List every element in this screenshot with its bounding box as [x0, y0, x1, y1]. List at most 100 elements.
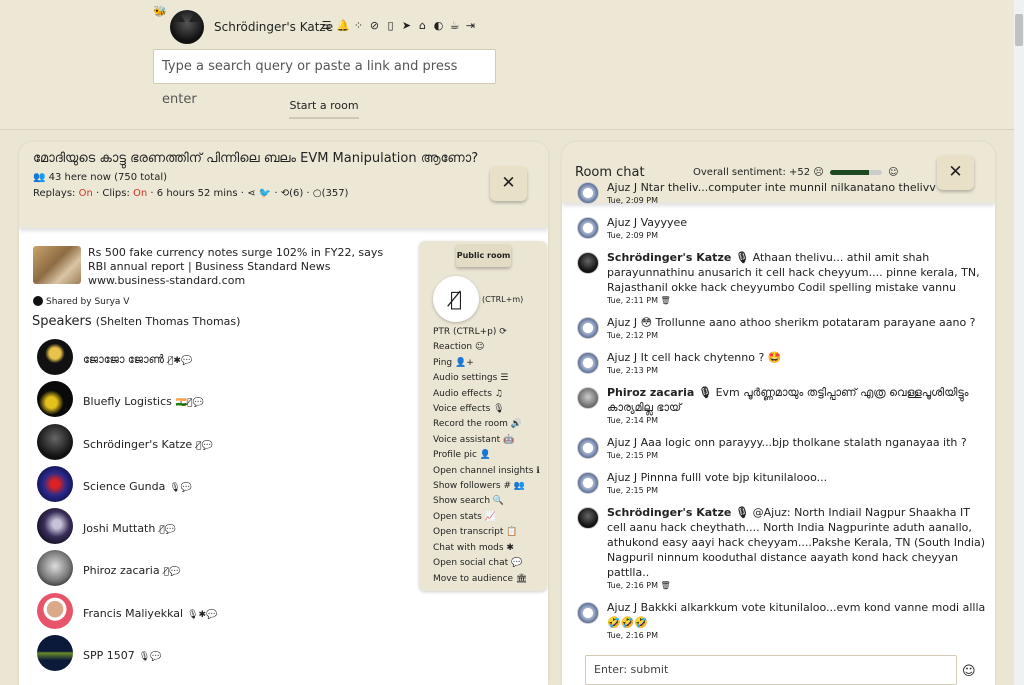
- chat-text: Aaa logic onn parayyy...bjp tholkane sta…: [640, 436, 967, 449]
- chat-timestamp: Tue, 2:16 PM: [607, 631, 658, 640]
- logout-icon[interactable]: ⇥: [464, 18, 477, 34]
- scrollbar[interactable]: [1014, 0, 1024, 685]
- menu-item-channel-insights[interactable]: Open channel insights ℹ: [433, 464, 540, 479]
- speakers-heading: Speakers (Shelten Thomas Thomas): [32, 314, 240, 329]
- link-text: Rs 500 fake currency notes surge 102% in…: [88, 246, 388, 288]
- search-input[interactable]: Type a search query or paste a link and …: [153, 49, 496, 107]
- user-avatar[interactable]: [170, 10, 204, 44]
- chat-timestamp: Tue, 2:09 PM: [607, 231, 658, 240]
- chat-author[interactable]: Schrödinger's Katze 🎙: [607, 251, 749, 264]
- chat-message: Ajuz J Bakkki alkarkkum vote kitunilaloo…: [577, 600, 987, 640]
- chat-avatar[interactable]: [577, 472, 599, 494]
- chat-input[interactable]: Enter: submit: [585, 655, 957, 685]
- twitter-icon[interactable]: 🐦: [259, 188, 271, 199]
- room-status-line: Replays: On · Clips: On · 6 hours 52 min…: [33, 188, 349, 199]
- menu-item-ptr[interactable]: PTR (CTRL+p) ⟳: [433, 325, 540, 340]
- menu-item-open-social-chat[interactable]: Open social chat 💬: [433, 556, 540, 571]
- menu-item-record[interactable]: Record the room 🔊: [433, 417, 540, 432]
- speaker-avatar[interactable]: [37, 508, 73, 545]
- mic-muted-icon[interactable]: 🎙̸: [433, 276, 479, 322]
- chat-author[interactable]: Schrödinger's Katze 🎙: [607, 506, 749, 519]
- speaker-avatar[interactable]: [37, 339, 73, 375]
- menu-item-reaction[interactable]: Reaction ☺: [433, 340, 540, 355]
- speaker-avatar[interactable]: [37, 381, 73, 418]
- menu-item-audio-effects[interactable]: Audio effects ♫: [433, 387, 540, 402]
- send-icon[interactable]: ➤: [400, 18, 413, 34]
- speaker-avatar[interactable]: [37, 465, 73, 502]
- share-icon[interactable]: ⋖: [247, 188, 255, 199]
- speaker-avatar[interactable]: [37, 592, 73, 629]
- speaker-status-icons: 🎙̸💬: [163, 567, 181, 578]
- chat-avatar[interactable]: [577, 182, 599, 204]
- menu-item-profile-pic[interactable]: Profile pic 👤: [433, 448, 540, 463]
- chat-text: Ntar theliv...computer inte munnil nilka…: [640, 181, 936, 194]
- menu-item-open-stats[interactable]: Open stats 📈: [433, 510, 540, 525]
- chat-timestamp: Tue, 2:14 PM: [607, 416, 658, 425]
- listener-count: 👥 43 here now (750 total): [33, 172, 168, 183]
- chat-message-body: Phiroz zacaria 🎙 Evm പൂർണ്ണമായും തട്ടിപ്…: [607, 385, 987, 415]
- compass-icon[interactable]: ⊘: [368, 18, 381, 34]
- bell-icon[interactable]: 🔔: [336, 18, 350, 34]
- speaker-name: Science Gunda 🎙💬: [83, 479, 192, 493]
- chat-avatar[interactable]: [577, 437, 599, 459]
- menu-item-open-transcript[interactable]: Open transcript 📋: [433, 525, 540, 540]
- chat-author[interactable]: Ajuz J: [607, 181, 637, 194]
- chat-message-body: Ajuz J It cell hack chytenno ? 🤩: [607, 350, 987, 365]
- menu-item-chat-with-mods[interactable]: Chat with mods ✱: [433, 541, 540, 556]
- speaker-avatar[interactable]: [37, 423, 73, 460]
- comment-icon[interactable]: ○: [313, 188, 322, 199]
- chat-timestamp: Tue, 2:12 PM: [607, 331, 658, 340]
- chat-author[interactable]: Phiroz zacaria 🎙: [607, 386, 712, 399]
- chat-avatar[interactable]: [577, 387, 599, 409]
- menu-item-ping[interactable]: Ping 👤+: [433, 356, 540, 371]
- chat-avatar[interactable]: [577, 352, 599, 374]
- contrast-icon[interactable]: ◐: [432, 18, 445, 34]
- speaker-name: ജോജോ ജോൺ 🎙̸✱💬: [83, 353, 193, 366]
- chat-author[interactable]: Ajuz J: [607, 436, 637, 449]
- chat-author[interactable]: Ajuz J: [607, 351, 637, 364]
- chat-title: Room chat: [575, 165, 645, 180]
- close-room-button[interactable]: ✕: [490, 166, 527, 201]
- chat-author[interactable]: Ajuz J: [607, 216, 637, 229]
- chat-avatar[interactable]: [577, 317, 599, 339]
- speaker-name: Phiroz zacaria 🎙̸💬: [83, 564, 181, 578]
- link-thumbnail: [33, 246, 81, 284]
- chat-avatar[interactable]: [577, 507, 599, 529]
- chat-text: Pinnna fulll vote bjp kitunilalooo...: [640, 471, 828, 484]
- speaker-avatar[interactable]: [37, 550, 73, 587]
- bookmark-icon[interactable]: ▯: [384, 18, 397, 34]
- chat-avatar[interactable]: [577, 602, 599, 624]
- top-icons: ☰ 🔔 ⁘ ⊘ ▯ ➤ ⌂ ◐ ☕ ⇥: [320, 18, 477, 34]
- chat-text: 😳 Trollunne aano athoo sherikm potataram…: [640, 316, 976, 329]
- chat-avatar[interactable]: [577, 217, 599, 239]
- chat-author[interactable]: Ajuz J: [607, 601, 637, 614]
- chat-message-body: Schrödinger's Katze 🎙 @Ajuz: North India…: [607, 505, 987, 580]
- chat-author[interactable]: Ajuz J: [607, 316, 637, 329]
- clips-label: Clips:: [102, 188, 130, 199]
- spinner-icon[interactable]: ⁘: [352, 18, 365, 34]
- menu-item-voice-assistant[interactable]: Voice assistant 🤖: [433, 433, 540, 448]
- happy-face-icon: ☺: [888, 167, 899, 178]
- menu-item-show-search[interactable]: Show search 🔍: [433, 494, 540, 509]
- menu-item-move-to-audience[interactable]: Move to audience 🏛: [433, 572, 540, 587]
- public-room-button[interactable]: Public room: [456, 244, 511, 267]
- speaker-status-icons: 🎙💬: [138, 652, 162, 663]
- start-room-button[interactable]: Start a room: [289, 97, 359, 119]
- chat-message: Ajuz J Vayyyee Tue, 2:09 PM: [577, 215, 987, 240]
- home-icon[interactable]: ⌂: [416, 18, 429, 34]
- username[interactable]: Schrödinger's Katze: [214, 20, 333, 34]
- sliders-icon[interactable]: ☰: [320, 18, 333, 34]
- menu-item-audio-settings[interactable]: Audio settings ☰: [433, 371, 540, 386]
- chat-author[interactable]: Ajuz J: [607, 471, 637, 484]
- coffee-icon[interactable]: ☕: [448, 18, 461, 34]
- menu-item-voice-effects[interactable]: Voice effects 🎙: [433, 402, 540, 417]
- chat-message: Ajuz J 😳 Trollunne aano athoo sherikm po…: [577, 315, 987, 340]
- menu-item-show-followers[interactable]: Show followers # 👥: [433, 479, 540, 494]
- speaker-name: Francis Maliyekkal 🎙✱💬: [83, 606, 218, 620]
- chat-avatar[interactable]: [577, 252, 599, 274]
- emoji-icon[interactable]: ☺: [962, 664, 976, 679]
- speaker-avatar[interactable]: [37, 635, 73, 672]
- scrollbar-thumb[interactable]: [1015, 14, 1023, 46]
- comment-count: (357): [321, 188, 349, 199]
- repost-icon[interactable]: ⟲: [281, 188, 289, 199]
